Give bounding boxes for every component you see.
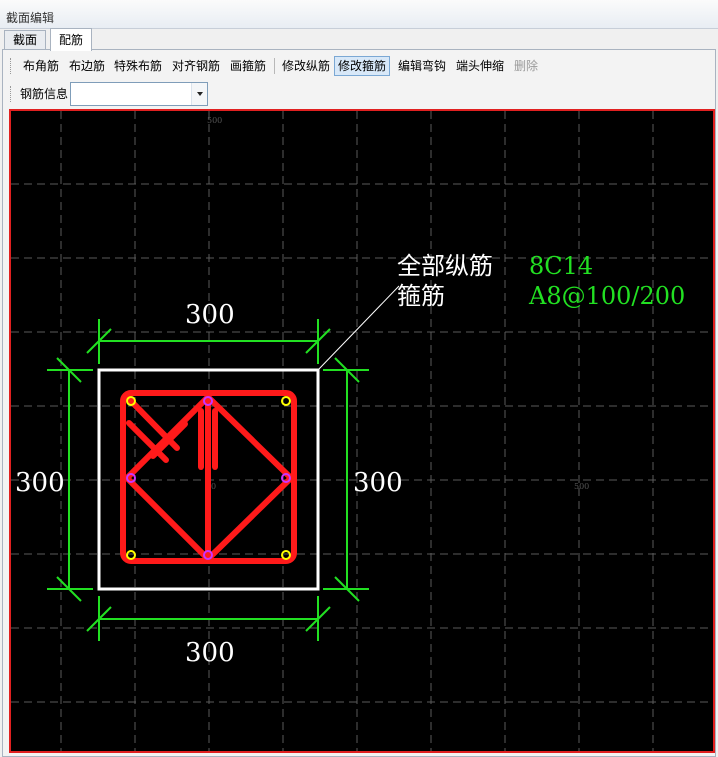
rebar-info-dropdown[interactable] <box>70 82 208 106</box>
grid-lines <box>11 111 713 751</box>
longitudinal-rebar-label: 全部纵筋 <box>397 252 493 280</box>
edit-longitudinal-button[interactable]: 修改纵筋 <box>279 56 333 76</box>
toolbar-grip[interactable] <box>10 58 14 74</box>
edit-hook-button[interactable]: 编辑弯钩 <box>395 56 449 76</box>
end-extend-button[interactable]: 端头伸缩 <box>453 56 507 76</box>
draw-stirrup-button[interactable]: 画箍筋 <box>227 56 269 76</box>
stirrup-value: A8@100/200 <box>528 282 685 310</box>
stirrup-label: 箍筋 <box>397 282 445 310</box>
dimension-top-label: 300 <box>185 300 235 330</box>
dimension-left-label: 300 <box>15 468 65 498</box>
grid-label-top: 500 <box>207 116 222 125</box>
dimension-right-label: 300 <box>353 468 403 498</box>
window-title: 截面编辑 <box>6 11 55 25</box>
grid-label-right: 500 <box>574 482 589 491</box>
rebar-info-label: 钢筋信息 <box>20 87 69 101</box>
toolbar: 布角筋 布边筋 特殊布筋 对齐钢筋 画箍筋 修改纵筋 修改箍筋 编辑弯钩 端头伸… <box>4 54 712 78</box>
tab-reinforcement[interactable]: 配筋 <box>50 28 93 51</box>
align-rebar-button[interactable]: 对齐钢筋 <box>169 56 223 76</box>
delete-button[interactable]: 删除 <box>511 56 541 76</box>
stirrup-hooks <box>126 396 218 470</box>
side-rebar-button[interactable]: 布边筋 <box>66 56 108 76</box>
tab-section[interactable]: 截面 <box>4 30 47 50</box>
toolbar-grip[interactable] <box>10 86 14 102</box>
section-drawing-canvas[interactable]: 500 0 500 300 300 300 300 全部纵筋 8C14 箍筋 A… <box>9 109 715 753</box>
tab-strip: 截面 配筋 <box>0 28 718 51</box>
corner-rebar-button[interactable]: 布角筋 <box>20 56 62 76</box>
toolbar-separator <box>274 58 275 74</box>
window-titlebar: 截面编辑 <box>0 0 718 29</box>
dropdown-arrow-icon[interactable] <box>191 83 207 105</box>
rebar-annotation: 全部纵筋 8C14 箍筋 A8@100/200 <box>397 252 685 310</box>
annotation-leader-line <box>317 285 400 371</box>
grid-label-center: 0 <box>211 482 216 491</box>
dimension-bottom-label: 300 <box>185 638 235 668</box>
section-drawing: 500 0 500 300 300 300 300 全部纵筋 8C14 箍筋 A… <box>11 111 713 751</box>
edit-stirrup-button[interactable]: 修改箍筋 <box>334 56 391 76</box>
longitudinal-rebar-value: 8C14 <box>529 252 593 280</box>
rebar-info-toolbar: 钢筋信息 <box>4 82 712 106</box>
special-rebar-button[interactable]: 特殊布筋 <box>111 56 165 76</box>
